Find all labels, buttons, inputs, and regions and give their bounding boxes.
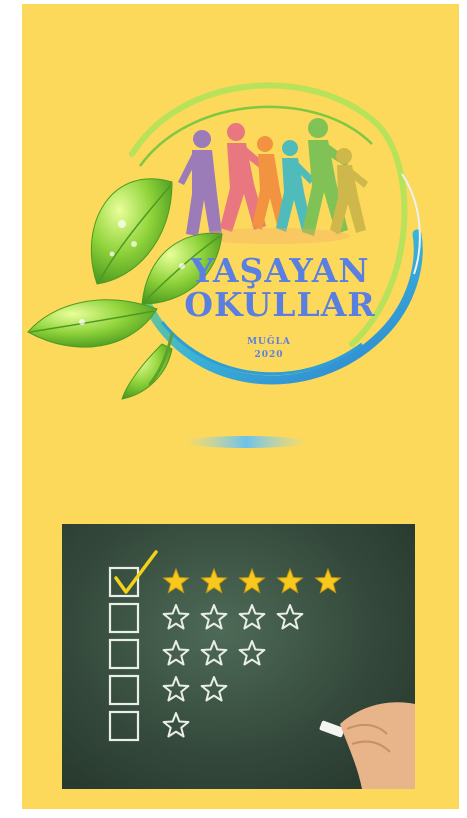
hand-with-chalk-icon: [319, 702, 415, 789]
rating-row: [108, 710, 190, 742]
outline-star-icon: [200, 604, 228, 630]
rating-row: [108, 638, 266, 670]
rating-chalkboard-graphic: [108, 550, 415, 789]
poster-panel: YAŞAYAN OKULLAR MUĞLA 2020: [22, 4, 459, 809]
outline-star-icon: [238, 604, 266, 630]
outline-star-icon: [276, 604, 304, 630]
logo-graphic: YAŞAYAN OKULLAR MUĞLA 2020: [27, 82, 423, 448]
logo-year: 2020: [254, 350, 283, 360]
outline-star-icon: [162, 712, 190, 738]
filled-star-icon: [238, 567, 266, 594]
checkbox-icon: [108, 638, 140, 670]
checkbox-icon: [108, 674, 140, 706]
outline-star-icon: [238, 640, 266, 666]
outline-star-icon: [162, 676, 190, 702]
checkmark-icon: [114, 550, 158, 594]
rating-row: [108, 550, 342, 598]
filled-star-icon: [314, 567, 342, 594]
outline-star-icon: [200, 640, 228, 666]
yasayan-okullar-logo: YAŞAYAN OKULLAR MUĞLA 2020: [22, 4, 459, 474]
rating-row: [108, 674, 228, 706]
filled-star-icon: [162, 567, 190, 594]
logo-title-line2: OKULLAR: [184, 285, 375, 324]
checkbox-icon: [108, 602, 140, 634]
reflection-shadow: [184, 436, 308, 448]
rating-chalkboard-image: [62, 524, 415, 789]
logo-city: MUĞLA: [247, 335, 291, 347]
rating-row: [108, 602, 304, 634]
filled-star-icon: [276, 567, 304, 594]
running-children-icon: [178, 118, 368, 244]
filled-star-icon: [200, 567, 228, 594]
outline-star-icon: [162, 604, 190, 630]
outline-star-icon: [200, 676, 228, 702]
checkbox-icon: [108, 710, 140, 742]
outline-star-icon: [162, 640, 190, 666]
